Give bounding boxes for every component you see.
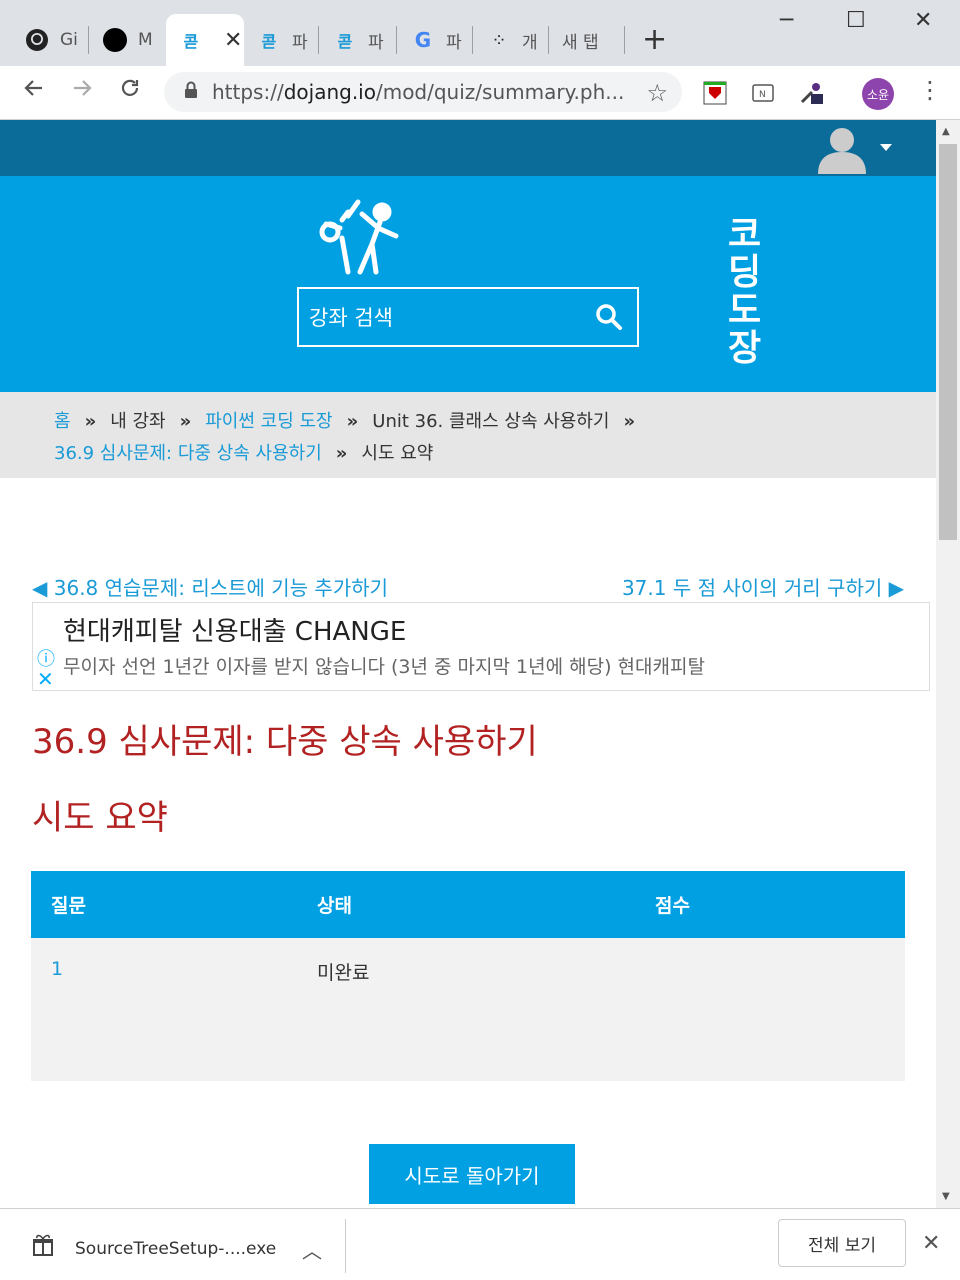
return-to-attempt-button[interactable]: 시도로 돌아가기 (369, 1144, 575, 1204)
back-arrow-icon[interactable] (18, 76, 50, 107)
mcafee-extension-icon[interactable] (702, 80, 728, 106)
score-cell (635, 938, 905, 1081)
tab-github[interactable]: Gi (8, 14, 78, 66)
breadcrumb: 홈» 내 강좌» 파이썬 코딩 도장» Unit 36. 클래스 상속 사용하기» 3… (0, 392, 936, 478)
minimize-button[interactable]: ─ (780, 8, 793, 33)
tab-dojang-2[interactable]: 콛 파 (240, 14, 308, 66)
question-link[interactable]: 1 (51, 958, 63, 980)
svg-text:N: N (759, 90, 766, 100)
course-search-input[interactable]: 강좌 검색 (297, 287, 639, 347)
download-shelf: SourceTreeSetup-....exe ︿ 전체 보기 ✕ (0, 1208, 960, 1280)
maximize-button[interactable]: ☐ (846, 8, 866, 33)
table-row: 1 미완료 (31, 938, 905, 1081)
scroll-up-arrow-icon[interactable]: ▲ (942, 126, 950, 137)
tab-dojang-active[interactable]: 콛 ✕ (166, 14, 244, 66)
column-header-question: 질문 (31, 871, 297, 938)
close-shelf-icon[interactable]: ✕ (922, 1231, 940, 1256)
dots-icon: ⁘ (491, 29, 507, 51)
breadcrumb-current: 시도 요약 (361, 443, 434, 464)
tab-label: Gi (60, 30, 78, 50)
close-window-button[interactable]: ✕ (914, 8, 932, 33)
quiz-title: 36.9 심사문제: 다중 상속 사용하기 (32, 722, 538, 762)
tab-label: M (138, 30, 153, 50)
search-icon[interactable] (595, 303, 623, 336)
breadcrumb-my-courses[interactable]: 내 강좌 (110, 411, 165, 432)
github-icon (24, 27, 50, 53)
tab-label: 파 (292, 32, 308, 53)
profile-avatar[interactable]: 소윤 (862, 78, 894, 110)
tab-label: 파 (368, 32, 384, 53)
prev-activity-link[interactable]: ◀ 36.8 연습문제: 리스트에 기능 추가하기 (32, 572, 388, 601)
download-filename[interactable]: SourceTreeSetup-....exe (75, 1239, 276, 1259)
scroll-down-arrow-icon[interactable]: ▼ (942, 1191, 950, 1202)
ad-title[interactable]: 현대캐피탈 신용대출 CHANGE (63, 611, 406, 648)
lock-icon (184, 80, 198, 104)
notion-extension-icon[interactable]: N (750, 80, 776, 106)
coding-dojang-logo[interactable]: 코딩 도장 (312, 198, 761, 368)
site-top-nav (0, 120, 936, 176)
user-menu-caret-icon[interactable] (880, 144, 892, 151)
page-scrollbar[interactable]: ▲ ▼ (936, 120, 960, 1208)
site-header: 코딩 도장 강좌 검색 (0, 176, 936, 392)
chevron-up-icon[interactable]: ︿ (302, 1235, 322, 1264)
show-all-downloads-button[interactable]: 전체 보기 (778, 1219, 906, 1267)
installer-file-icon (32, 1233, 54, 1261)
medium-icon (102, 27, 128, 53)
status-cell: 미완료 (297, 938, 635, 1081)
tab-label: 새 탭 (562, 32, 599, 53)
attempt-summary-table: 질문 상태 점수 1 미완료 (31, 871, 905, 1081)
dojang-icon: 콛 (337, 32, 353, 51)
breadcrumb-quiz[interactable]: 36.9 심사문제: 다중 상속 사용하기 (54, 443, 322, 464)
tab-new[interactable]: 새 탭 (546, 14, 599, 66)
user-avatar-icon[interactable] (814, 124, 870, 174)
url-text: https://dojang.io/mod/quiz/summary.ph... (212, 80, 625, 104)
bookmark-star-icon[interactable]: ☆ (646, 79, 668, 107)
tab-dots[interactable]: ⁘ 개 (470, 14, 538, 66)
browser-tab-bar: Gi M 콛 ✕ 콛 파 콛 파 G 파 ⁘ 개 새 탭 + ─ ☐ ✕ (0, 0, 960, 66)
ad-description: 무이자 선언 1년간 이자를 받지 않습니다 (3년 중 마지막 1년에 해당)… (63, 656, 705, 678)
ad-close-icon[interactable]: ✕ (37, 667, 54, 691)
dojang-icon: 콛 (183, 32, 199, 51)
next-activity-link[interactable]: 37.1 두 점 사이의 거리 구하기 ▶ (622, 572, 904, 601)
column-header-status: 상태 (297, 871, 635, 938)
browser-toolbar: https://dojang.io/mod/quiz/summary.ph...… (0, 66, 960, 120)
reload-icon[interactable] (114, 76, 146, 107)
forward-arrow-icon[interactable] (66, 76, 98, 107)
summary-title: 시도 요약 (32, 798, 168, 838)
tab-dojang-3[interactable]: 콛 파 (316, 14, 384, 66)
column-header-score: 점수 (635, 871, 905, 938)
tab-label: 개 (522, 32, 538, 53)
google-icon: G (414, 28, 432, 52)
page-viewport: 코딩 도장 강좌 검색 홈» 내 강좌» 파이썬 코딩 도장» Unit 36. 클래… (0, 120, 936, 1208)
breadcrumb-unit[interactable]: Unit 36. 클래스 상속 사용하기 (372, 411, 609, 432)
address-bar[interactable]: https://dojang.io/mod/quiz/summary.ph...… (164, 72, 682, 112)
eyedropper-extension-icon[interactable] (798, 80, 824, 106)
tab-google[interactable]: G 파 (394, 14, 462, 66)
breadcrumb-home[interactable]: 홈 (54, 411, 71, 432)
dojang-icon: 콛 (261, 32, 277, 51)
tab-medium[interactable]: M (86, 14, 153, 66)
menu-kebab-icon[interactable]: ⋮ (918, 76, 942, 104)
logo-text: 코딩 도장 (728, 214, 763, 369)
breadcrumb-course[interactable]: 파이썬 코딩 도장 (205, 411, 332, 432)
tab-label: 파 (446, 32, 462, 53)
new-tab-button[interactable]: + (642, 22, 667, 57)
ad-banner[interactable]: ⓘ ✕ 현대캐피탈 신용대출 CHANGE 무이자 선언 1년간 이자를 받지 … (32, 602, 930, 691)
search-placeholder: 강좌 검색 (309, 306, 393, 330)
scrollbar-thumb[interactable] (939, 144, 957, 540)
